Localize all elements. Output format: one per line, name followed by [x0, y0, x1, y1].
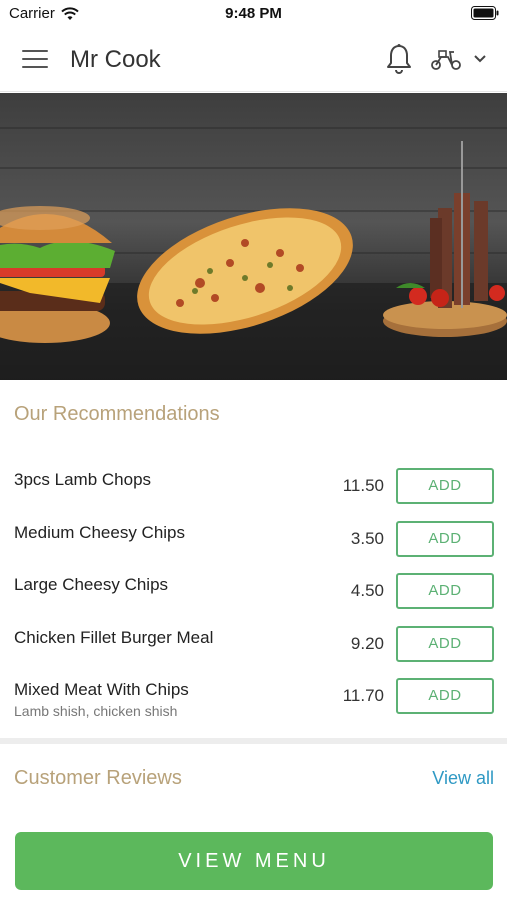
- list-item: Chicken Fillet Burger Meal 9.20 ADD: [0, 616, 507, 669]
- reviews-heading: Customer Reviews: [14, 767, 182, 789]
- kebab-image: [383, 141, 507, 337]
- chevron-down-icon[interactable]: [473, 54, 487, 64]
- add-button[interactable]: ADD: [396, 678, 494, 714]
- list-item: 3pcs Lamb Chops 11.50 ADD: [0, 458, 507, 511]
- notification-bell-icon[interactable]: [385, 43, 413, 75]
- menu-icon[interactable]: [22, 50, 48, 70]
- item-name: 3pcs Lamb Chops: [14, 470, 152, 489]
- item-description: Lamb shish, chicken shish: [14, 703, 178, 719]
- add-button[interactable]: ADD: [396, 573, 494, 609]
- add-button[interactable]: ADD: [396, 625, 494, 662]
- view-menu-button[interactable]: VIEW MENU: [15, 832, 493, 890]
- item-name: Mixed Meat With Chips: [14, 680, 189, 699]
- recommendations-heading: Our Recommendations: [14, 403, 220, 425]
- list-item: Large Cheesy Chips 4.50 ADD: [0, 563, 507, 616]
- view-all-reviews-link[interactable]: View all: [432, 768, 494, 789]
- burger-image: [0, 206, 115, 343]
- item-name: Chicken Fillet Burger Meal: [14, 627, 214, 647]
- status-bar: Carrier 9:48 PM: [0, 0, 507, 28]
- item-price: 4.50: [350, 581, 384, 600]
- section-divider: [0, 738, 507, 744]
- list-item: Medium Cheesy Chips 3.50 ADD: [0, 511, 507, 564]
- app-title: Mr Cook: [70, 46, 161, 73]
- add-button[interactable]: ADD: [396, 468, 494, 504]
- app-header: Mr Cook: [0, 28, 507, 92]
- item-price: 9.20: [350, 633, 384, 653]
- food-banner-image: [0, 127, 507, 380]
- item-price: 11.50: [342, 476, 384, 495]
- delivery-scooter-icon[interactable]: [430, 47, 462, 71]
- status-time: 9:48 PM: [225, 5, 282, 22]
- item-name: Large Cheesy Chips: [14, 575, 169, 594]
- list-item: Mixed Meat With Chips Lamb shish, chicke…: [0, 668, 507, 721]
- recommendations-list: 3pcs Lamb Chops 11.50 ADD Medium Cheesy …: [0, 458, 507, 721]
- battery-icon: [471, 6, 499, 20]
- item-price: 3.50: [350, 528, 384, 548]
- add-button[interactable]: ADD: [396, 520, 494, 557]
- item-name: Medium Cheesy Chips: [14, 522, 186, 542]
- item-price: 11.70: [342, 686, 384, 705]
- hero-banner: [0, 93, 507, 380]
